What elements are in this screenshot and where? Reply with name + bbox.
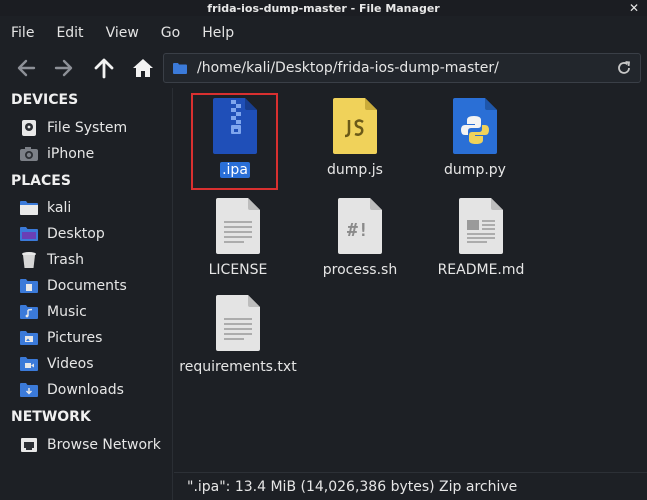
menu-help[interactable]: Help xyxy=(191,22,245,44)
svg-text:#!: #! xyxy=(347,220,369,241)
arrow-left-icon xyxy=(17,59,36,77)
documents-folder-icon xyxy=(19,277,39,295)
address-bar[interactable]: /home/kali/Desktop/frida-ios-dump-master… xyxy=(163,53,641,83)
up-button[interactable] xyxy=(90,54,118,82)
sidebar-item-label: Browse Network xyxy=(47,437,161,453)
sidebar-item-pictures[interactable]: Pictures xyxy=(19,326,102,350)
pictures-folder-icon xyxy=(19,329,39,347)
forward-button[interactable] xyxy=(50,54,78,82)
file-requirements-txt[interactable]: requirements.txt xyxy=(179,295,297,375)
sidebar-item-file-system[interactable]: File System xyxy=(19,116,127,140)
close-icon[interactable]: ✕ xyxy=(629,0,639,16)
divider xyxy=(172,88,173,500)
status-bar: ".ipa": 13.4 MiB (14,026,386 bytes) Zip … xyxy=(174,472,647,500)
sidebar-item-browse-network[interactable]: Browse Network xyxy=(19,433,161,457)
window-title: frida-ios-dump-master - File Manager xyxy=(207,1,440,15)
shell-script-icon: #! xyxy=(338,198,382,254)
sidebar-item-label: Music xyxy=(47,304,87,320)
menu-view[interactable]: View xyxy=(95,22,150,44)
menu-bar: File Edit View Go Help xyxy=(0,22,245,44)
section-devices: DEVICES xyxy=(11,92,79,108)
sidebar-item-trash[interactable]: Trash xyxy=(19,248,84,272)
sidebar-item-label: Videos xyxy=(47,356,94,372)
desktop-folder-icon xyxy=(19,225,39,243)
menu-edit[interactable]: Edit xyxy=(45,22,94,44)
sidebar-item-documents[interactable]: Documents xyxy=(19,274,127,298)
sidebar-item-music[interactable]: Music xyxy=(19,300,87,324)
file-name: requirements.txt xyxy=(179,359,297,375)
sidebar-item-label: Documents xyxy=(47,278,127,294)
file-readme-md[interactable]: README.md xyxy=(426,198,536,278)
toolbar: /home/kali/Desktop/frida-ios-dump-master… xyxy=(0,50,647,86)
sidebar-item-label: File System xyxy=(47,120,128,136)
file-name: LICENSE xyxy=(208,262,268,278)
file-name: dump.js xyxy=(327,162,383,178)
file-name: README.md xyxy=(437,262,525,278)
file-dump-py[interactable]: dump.py xyxy=(420,98,530,178)
zip-archive-icon xyxy=(213,98,257,154)
file-view: .ipa dump.js dump.py LICENSE #! process.… xyxy=(174,88,647,464)
sidebar-item-label: kali xyxy=(47,200,72,216)
sidebar-item-label: Downloads xyxy=(47,382,124,398)
home-icon xyxy=(133,59,153,77)
sidebar-item-desktop[interactable]: Desktop xyxy=(19,222,105,246)
videos-folder-icon xyxy=(19,355,39,373)
sidebar-item-label: Trash xyxy=(47,252,84,268)
file-license[interactable]: LICENSE xyxy=(183,198,293,278)
javascript-file-icon xyxy=(333,98,377,154)
sidebar-item-iphone[interactable]: iPhone xyxy=(19,142,94,166)
status-text: ".ipa": 13.4 MiB (14,026,386 bytes) Zip … xyxy=(187,479,518,495)
sidebar-item-downloads[interactable]: Downloads xyxy=(19,378,124,402)
sidebar-item-label: Pictures xyxy=(47,330,103,346)
markdown-file-icon xyxy=(459,198,503,254)
section-places: PLACES xyxy=(11,173,71,189)
camera-icon xyxy=(19,145,39,163)
title-bar: frida-ios-dump-master - File Manager ✕ xyxy=(0,0,647,16)
sidebar-item-label: Desktop xyxy=(47,226,105,242)
menu-file[interactable]: File xyxy=(0,22,45,44)
trash-icon xyxy=(19,251,39,269)
downloads-folder-icon xyxy=(19,381,39,399)
file-name: .ipa xyxy=(220,162,250,178)
file-process-sh[interactable]: #! process.sh xyxy=(305,198,415,278)
section-network: NETWORK xyxy=(11,409,91,425)
back-button[interactable] xyxy=(12,54,40,82)
sidebar-item-label: iPhone xyxy=(47,146,95,162)
python-file-icon xyxy=(453,98,497,154)
reload-icon[interactable] xyxy=(616,60,632,76)
file-name: dump.py xyxy=(444,162,506,178)
music-folder-icon xyxy=(19,303,39,321)
drive-icon xyxy=(19,119,39,137)
sidebar-item-videos[interactable]: Videos xyxy=(19,352,94,376)
file-name: process.sh xyxy=(322,262,398,278)
text-file-icon xyxy=(216,198,260,254)
sidebar-item-kali[interactable]: kali xyxy=(19,196,71,220)
text-file-icon xyxy=(216,295,260,351)
folder-icon xyxy=(173,62,187,74)
home-button[interactable] xyxy=(129,54,157,82)
address-path: /home/kali/Desktop/frida-ios-dump-master… xyxy=(197,60,499,76)
home-folder-icon xyxy=(19,199,39,217)
file-ipa[interactable]: .ipa xyxy=(180,98,290,178)
menu-go[interactable]: Go xyxy=(150,22,191,44)
sidebar: DEVICES File System iPhone PLACES kali D… xyxy=(0,88,172,464)
network-icon xyxy=(19,436,39,454)
arrow-right-icon xyxy=(54,59,73,77)
file-dump-js[interactable]: dump.js xyxy=(300,98,410,178)
arrow-up-icon xyxy=(94,58,114,79)
